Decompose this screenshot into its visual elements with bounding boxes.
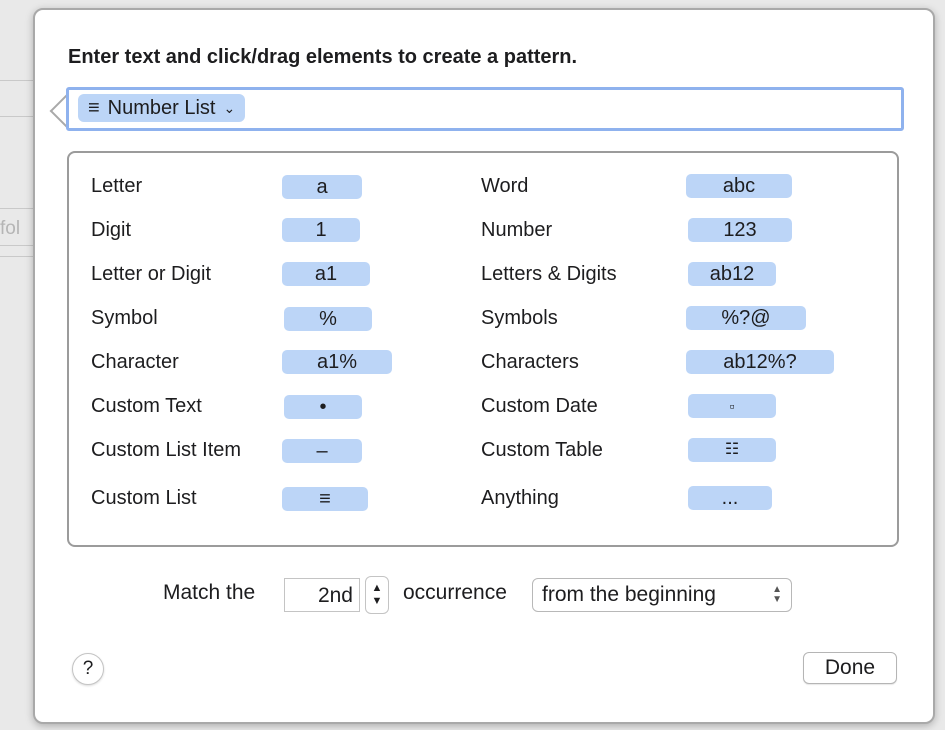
- occurrence-label: occurrence: [403, 581, 507, 604]
- element-token-custom-list-item[interactable]: –: [282, 439, 362, 463]
- element-token-letter[interactable]: a: [282, 175, 362, 199]
- background-folder-text: fol: [0, 218, 21, 239]
- element-label-character: Character: [91, 351, 179, 373]
- chevron-down-icon[interactable]: ▼: [372, 595, 383, 608]
- list-icon: ≡: [88, 97, 100, 119]
- chevron-down-icon[interactable]: ⌄: [223, 94, 235, 122]
- done-button[interactable]: Done: [803, 652, 897, 684]
- updown-chevron-icon: ▲ ▼: [772, 584, 782, 605]
- element-label-number: Number: [481, 219, 553, 241]
- element-token-letter-or-digit[interactable]: a1: [282, 262, 370, 286]
- element-label-symbols: Symbols: [481, 307, 558, 329]
- element-token-anything[interactable]: ...: [688, 486, 772, 510]
- pattern-input[interactable]: ≡ Number List ⌄: [66, 87, 904, 131]
- element-token-symbols[interactable]: %?@: [686, 306, 806, 330]
- background-divider: [0, 116, 34, 117]
- chevron-up-icon[interactable]: ▲: [372, 582, 383, 595]
- instruction-heading: Enter text and click/drag elements to cr…: [68, 46, 578, 68]
- pattern-elements-panel: Letter a Digit 1 Letter or Digit a1 Symb…: [67, 151, 899, 547]
- match-prefix-label: Match the: [163, 581, 256, 604]
- element-label-characters: Characters: [481, 351, 579, 373]
- direction-value: from the beginning: [542, 583, 716, 606]
- element-token-custom-date[interactable]: ▫: [688, 394, 776, 418]
- element-token-character[interactable]: a1%: [282, 350, 392, 374]
- element-token-custom-text[interactable]: •: [284, 395, 362, 419]
- direction-select[interactable]: from the beginning ▲ ▼: [532, 578, 792, 612]
- occurrence-stepper[interactable]: ▲ ▼: [365, 576, 389, 614]
- element-token-symbol[interactable]: %: [284, 307, 372, 331]
- element-token-characters[interactable]: ab12%?: [686, 350, 834, 374]
- element-label-word: Word: [481, 175, 529, 197]
- token-label: Number List: [107, 97, 216, 119]
- background-divider: [0, 80, 34, 81]
- element-label-digit: Digit: [91, 219, 132, 241]
- number-list-token[interactable]: ≡ Number List ⌄: [78, 94, 246, 122]
- background-divider: [0, 208, 34, 209]
- element-label-custom-text: Custom Text: [91, 395, 202, 417]
- element-token-custom-table[interactable]: ☷: [688, 438, 776, 462]
- element-label-custom-list-item: Custom List Item: [91, 439, 242, 461]
- occurrence-field[interactable]: 2nd: [284, 578, 360, 612]
- help-button[interactable]: ?: [72, 653, 104, 685]
- element-token-custom-list[interactable]: ≡: [282, 487, 368, 511]
- element-label-letter: Letter: [91, 175, 143, 197]
- element-label-custom-table: Custom Table: [481, 439, 603, 461]
- background-divider: [0, 256, 34, 257]
- element-token-letters-digits[interactable]: ab12: [688, 262, 776, 286]
- element-token-number[interactable]: 123: [688, 218, 792, 242]
- pattern-popover: Enter text and click/drag elements to cr…: [33, 8, 935, 724]
- occurrence-row: Match the 2nd ▲ ▼ occurrence from the be…: [35, 576, 933, 614]
- element-label-symbol: Symbol: [91, 307, 158, 329]
- element-token-word[interactable]: abc: [686, 174, 792, 198]
- element-label-custom-list: Custom List: [91, 487, 197, 509]
- element-token-digit[interactable]: 1: [282, 218, 360, 242]
- element-label-anything: Anything: [481, 487, 559, 509]
- background-divider: [0, 245, 34, 246]
- element-label-letter-or-digit: Letter or Digit: [91, 263, 212, 285]
- element-label-custom-date: Custom Date: [481, 395, 598, 417]
- element-label-letters-digits: Letters & Digits: [481, 263, 617, 285]
